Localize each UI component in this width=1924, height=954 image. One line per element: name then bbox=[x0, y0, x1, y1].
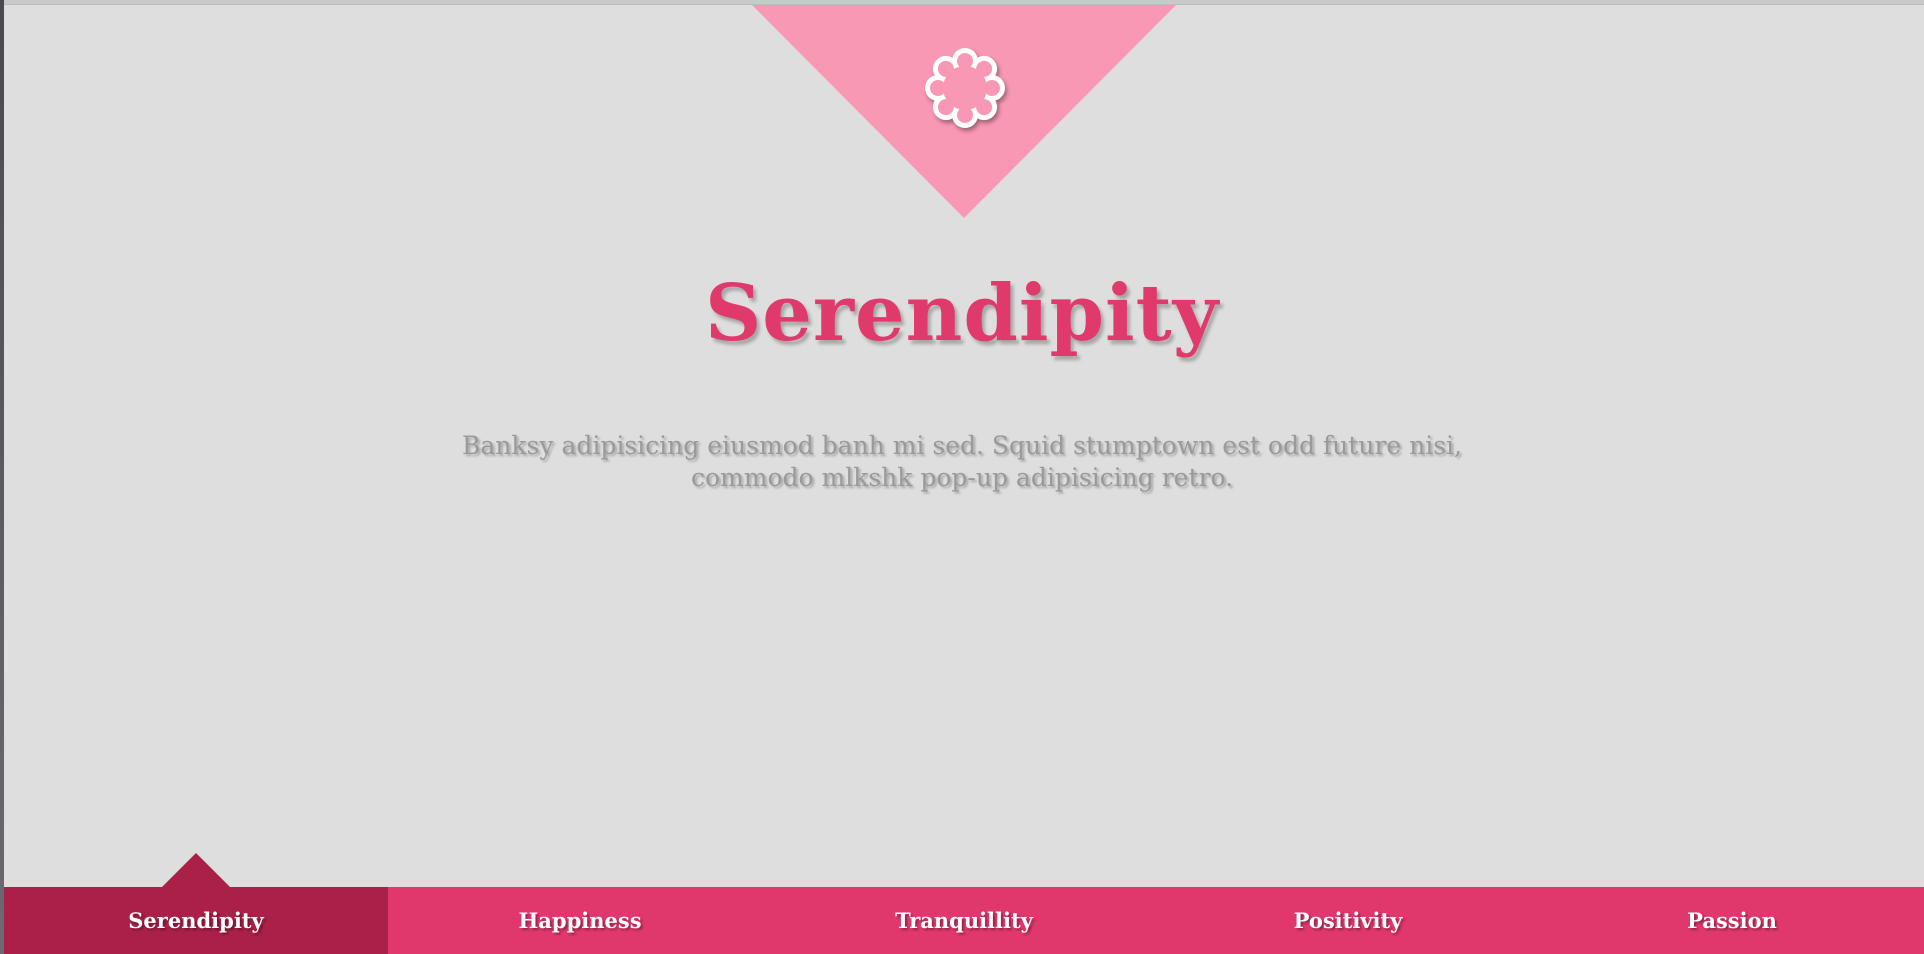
nav-item-happiness[interactable]: Happiness bbox=[388, 887, 772, 954]
page-title: Serendipity bbox=[704, 268, 1220, 359]
bottom-nav: Serendipity Happiness Tranquillity Posit… bbox=[4, 853, 1924, 954]
nav-item-tranquillity[interactable]: Tranquillity bbox=[772, 887, 1156, 954]
nav-item-serendipity[interactable]: Serendipity bbox=[4, 853, 388, 954]
nav-item-positivity[interactable]: Positivity bbox=[1156, 887, 1540, 954]
nav-item-passion[interactable]: Passion bbox=[1540, 887, 1924, 954]
flower-icon bbox=[925, 48, 1005, 128]
left-edge bbox=[0, 0, 4, 954]
page-description: Banksy adipisicing eiusmod banh mi sed. … bbox=[462, 431, 1462, 492]
page: Serendipity Banksy adipisicing eiusmod b… bbox=[0, 0, 1924, 954]
